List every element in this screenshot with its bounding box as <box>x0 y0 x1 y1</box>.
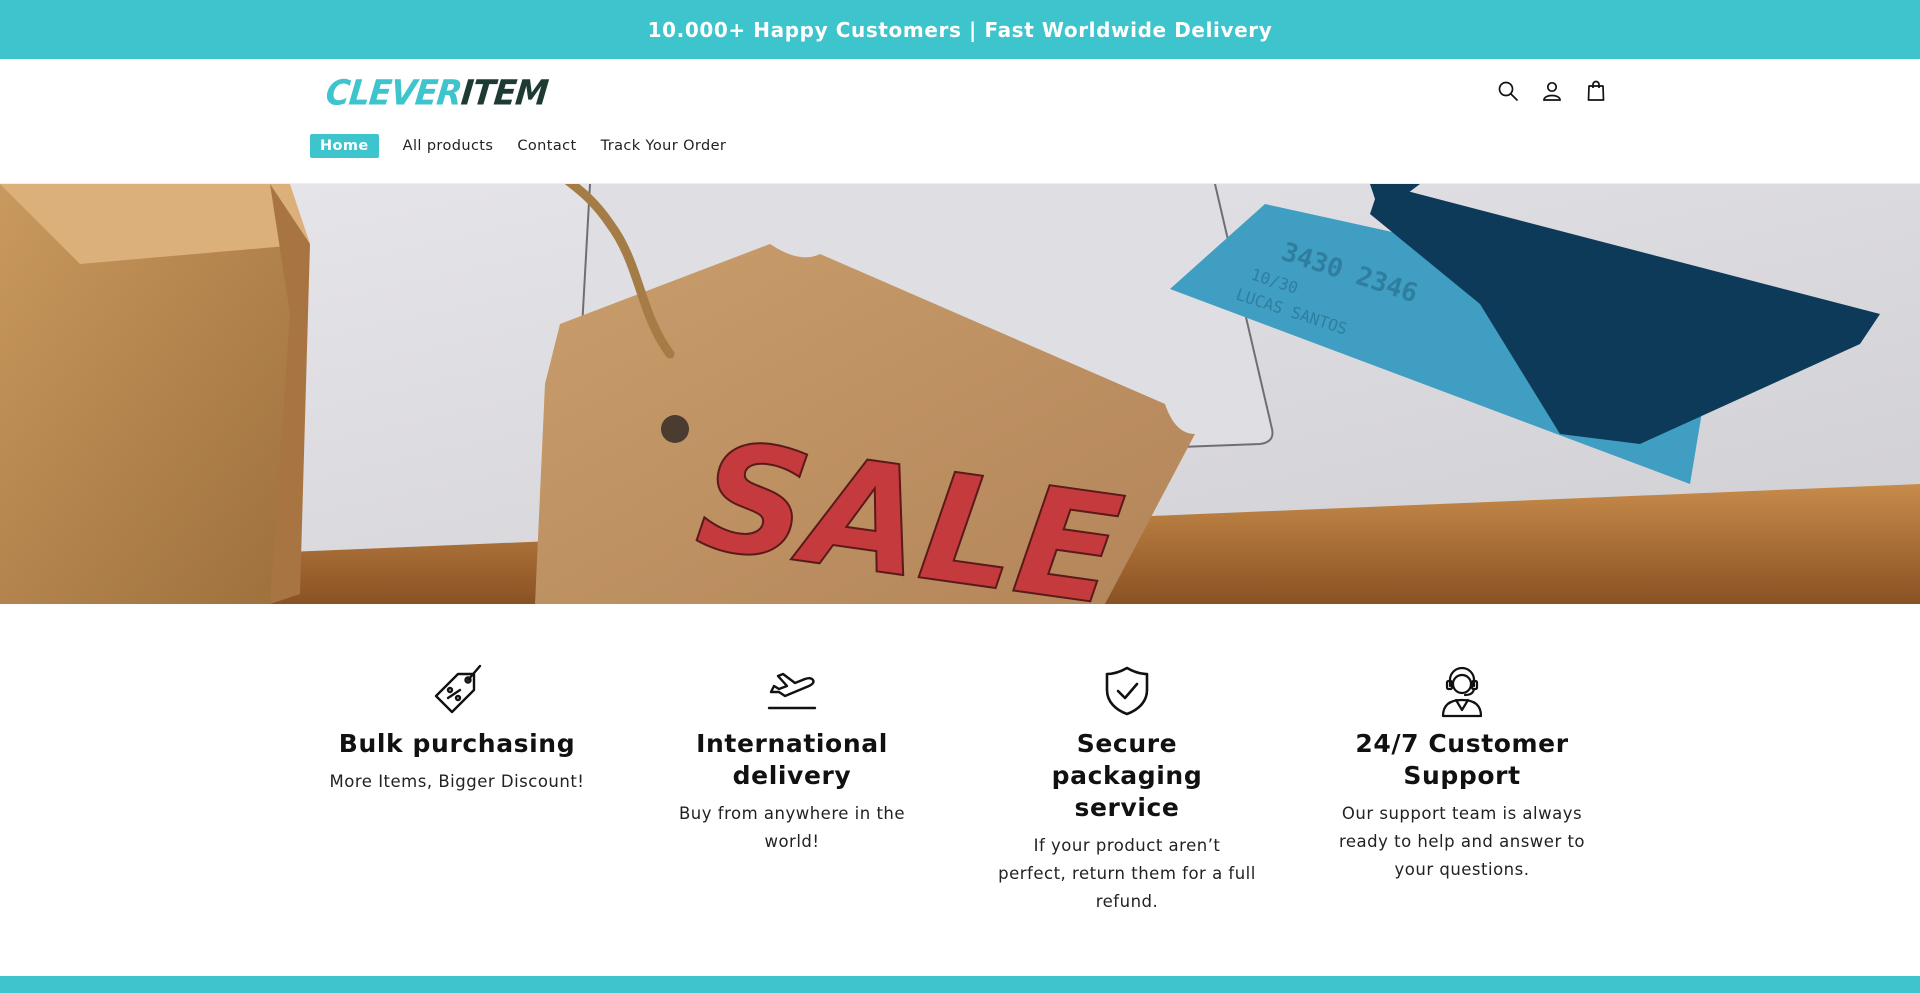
nav-item-track-order[interactable]: Track Your Order <box>591 134 737 158</box>
cart-icon[interactable] <box>1584 79 1608 103</box>
nav-item-contact[interactable]: Contact <box>507 134 586 158</box>
feature-text: Our support team is always ready to help… <box>1338 804 1586 879</box>
main-nav: Home All products Contact Track Your Ord… <box>310 134 740 158</box>
logo-part-1: CLEVER <box>323 72 464 113</box>
shield-check-icon <box>1105 666 1149 716</box>
logo[interactable]: CLEVERITEM <box>324 72 550 114</box>
feature-text: If your product aren’t perfect, return t… <box>998 836 1256 911</box>
feature-title: International delivery <box>696 729 888 790</box>
feature-text: Buy from anywhere in the world! <box>678 804 906 851</box>
feature-title: Bulk purchasing <box>338 729 576 758</box>
feature-bulk-purchasing: Bulk purchasing More Items, Bigger Disco… <box>327 664 587 796</box>
feature-title: 24/7 Customer Support <box>1355 729 1569 790</box>
nav-item-all-products[interactable]: All products <box>393 134 504 158</box>
hero-banner-image: 3430 2346 10/30 LUCAS SANTOS SALE <box>0 184 1920 604</box>
hero-illustration: 3430 2346 10/30 LUCAS SANTOS SALE <box>0 184 1920 604</box>
features-section: Bulk purchasing More Items, Bigger Disco… <box>0 604 1920 976</box>
headset-support-icon <box>1441 666 1483 718</box>
nav-item-home[interactable]: Home <box>310 134 379 158</box>
announcement-text: 10.000+ Happy Customers | Fast Worldwide… <box>647 17 1273 42</box>
footer-accent-bar <box>0 976 1920 993</box>
price-tag-icon <box>434 664 482 714</box>
feature-secure-packaging: Secure packaging service If your product… <box>997 664 1257 916</box>
search-icon[interactable] <box>1496 79 1520 103</box>
feature-customer-support: 24/7 Customer Support Our support team i… <box>1332 664 1592 884</box>
site-header: CLEVERITEM Home All products Contact Tra… <box>0 59 1920 184</box>
airplane-icon <box>767 672 817 710</box>
header-actions <box>1496 79 1608 103</box>
announcement-bar: 10.000+ Happy Customers | Fast Worldwide… <box>0 0 1920 59</box>
logo-part-2: ITEM <box>459 72 550 113</box>
account-icon[interactable] <box>1540 79 1564 103</box>
feature-international-delivery: International delivery Buy from anywhere… <box>662 664 922 856</box>
feature-title: Secure packaging service <box>1051 729 1203 822</box>
feature-text: More Items, Bigger Discount! <box>329 772 585 791</box>
